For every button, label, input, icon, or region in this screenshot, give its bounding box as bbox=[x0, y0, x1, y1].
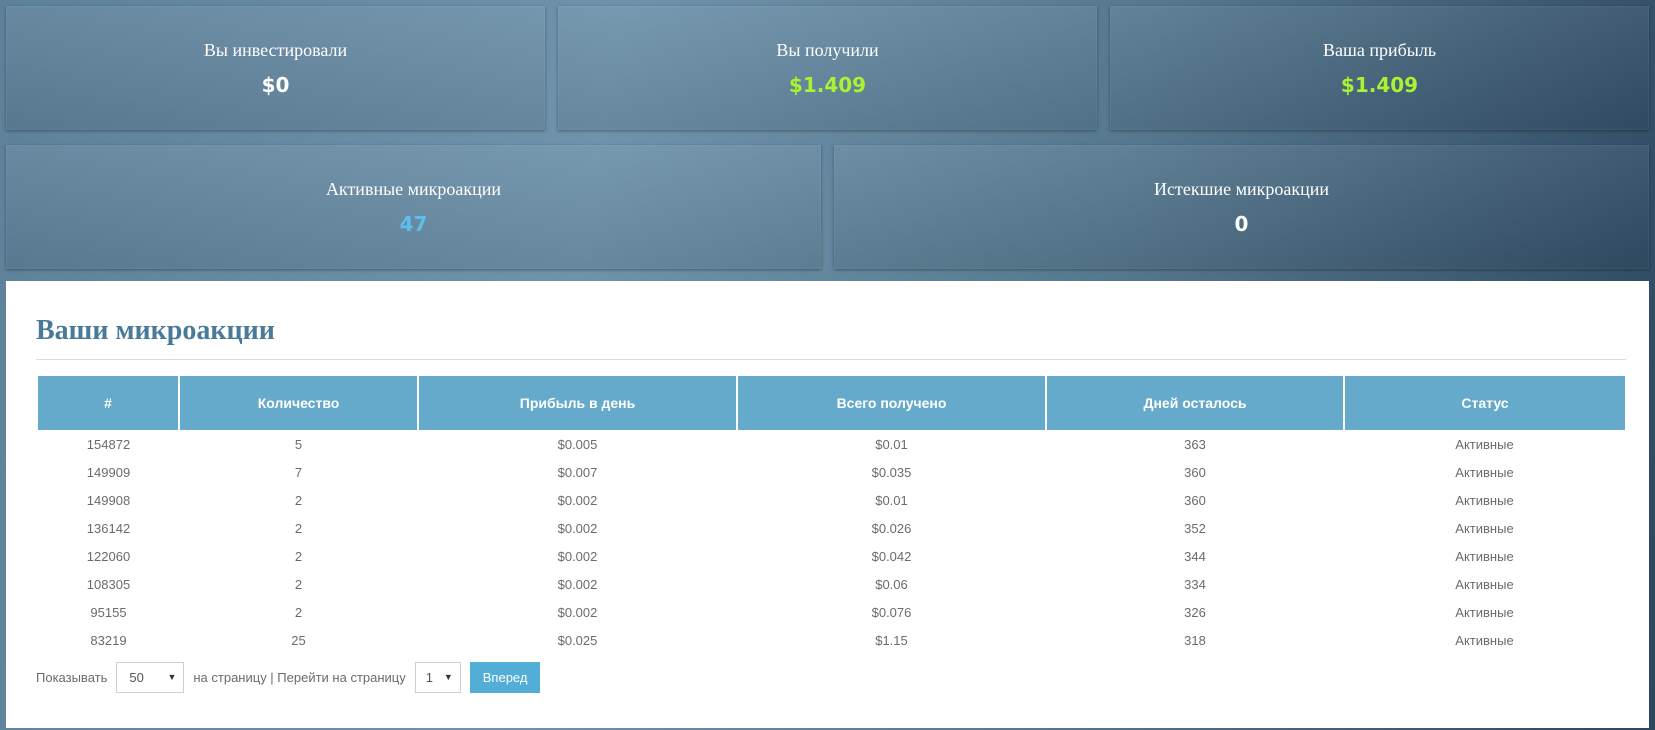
cell-daily-profit: $0.002 bbox=[557, 548, 598, 564]
stat-value-invested: $0 bbox=[261, 73, 290, 97]
column-header-daily-profit[interactable]: Прибыль в день bbox=[418, 376, 738, 430]
cell-status: Активные bbox=[1455, 548, 1514, 564]
cell-days-left: 318 bbox=[1184, 632, 1206, 648]
cell-id: 122060 bbox=[86, 548, 131, 564]
stat-value-received: $1.409 bbox=[788, 73, 867, 97]
cell-status: Активные bbox=[1455, 492, 1514, 508]
cell-daily-profit: $0.025 bbox=[557, 632, 598, 648]
stat-card-expired: Истекшие микроакции 0 bbox=[834, 145, 1649, 269]
stat-label-received: Вы получили bbox=[776, 40, 879, 60]
cell-status: Активные bbox=[1455, 632, 1514, 648]
cell-days-left: 326 bbox=[1184, 604, 1206, 620]
stats-row-bottom: Активные микроакции 47 Истекшие микроакц… bbox=[6, 145, 1649, 269]
stat-card-received: Вы получили $1.409 bbox=[558, 6, 1097, 130]
cell-daily-profit: $0.005 bbox=[557, 436, 598, 452]
cell-status: Активные bbox=[1455, 520, 1514, 536]
cell-total-received: $0.01 bbox=[875, 436, 908, 452]
cell-quantity: 2 bbox=[294, 520, 303, 536]
next-button[interactable]: Вперед bbox=[469, 662, 541, 693]
per-page-label: на страницу | Перейти на страницу bbox=[193, 670, 406, 685]
stat-card-active: Активные микроакции 47 bbox=[6, 145, 821, 269]
cell-total-received: $0.026 bbox=[871, 520, 912, 536]
cell-quantity: 7 bbox=[294, 464, 303, 480]
cell-days-left: 334 bbox=[1184, 576, 1206, 592]
stat-card-profit: Ваша прибыль $1.409 bbox=[1110, 6, 1649, 130]
cell-status: Активные bbox=[1455, 464, 1514, 480]
cell-id: 108305 bbox=[86, 576, 131, 592]
stat-label-active: Активные микроакции bbox=[325, 179, 502, 199]
pagination-bar: Показывать 50 ▼ на страницу | Перейти на… bbox=[36, 662, 541, 693]
microshares-table: # Количество Прибыль в день Всего получе… bbox=[38, 376, 1625, 654]
column-header-status[interactable]: Статус bbox=[1344, 376, 1625, 430]
cell-quantity: 2 bbox=[294, 548, 303, 564]
page-value: 1 bbox=[425, 670, 433, 685]
cell-total-received: $0.042 bbox=[871, 548, 912, 564]
stat-value-expired: 0 bbox=[1234, 212, 1249, 236]
cell-days-left: 363 bbox=[1184, 436, 1206, 452]
cell-days-left: 352 bbox=[1184, 520, 1206, 536]
table-row: 83219 25 $0.025 $1.15 318 Активные bbox=[38, 626, 1625, 654]
cell-id: 154872 bbox=[86, 436, 131, 452]
cell-daily-profit: $0.002 bbox=[557, 576, 598, 592]
stats-row-top: Вы инвестировали $0 Вы получили $1.409 В… bbox=[6, 6, 1649, 130]
page-select[interactable]: 1 ▼ bbox=[414, 662, 461, 693]
column-header-quantity[interactable]: Количество bbox=[179, 376, 419, 430]
chevron-down-icon: ▼ bbox=[167, 672, 177, 682]
table-row: 149909 7 $0.007 $0.035 360 Активные bbox=[38, 458, 1625, 486]
table-row: 95155 2 $0.002 $0.076 326 Активные bbox=[38, 598, 1625, 626]
cell-status: Активные bbox=[1455, 436, 1514, 452]
cell-quantity: 2 bbox=[294, 576, 303, 592]
per-page-select[interactable]: 50 ▼ bbox=[116, 662, 185, 693]
cell-days-left: 360 bbox=[1184, 492, 1206, 508]
cell-quantity: 2 bbox=[294, 604, 303, 620]
stat-label-invested: Вы инвестировали bbox=[203, 40, 348, 60]
cell-days-left: 344 bbox=[1184, 548, 1206, 564]
panel-divider bbox=[36, 359, 1626, 360]
column-header-id[interactable]: # bbox=[38, 376, 180, 430]
chevron-down-icon: ▼ bbox=[443, 672, 453, 682]
cell-total-received: $1.15 bbox=[875, 632, 908, 648]
cell-id: 83219 bbox=[90, 632, 127, 648]
column-header-total-received[interactable]: Всего получено bbox=[737, 376, 1047, 430]
show-label: Показывать bbox=[36, 670, 108, 685]
cell-total-received: $0.076 bbox=[871, 604, 912, 620]
cell-id: 95155 bbox=[90, 604, 127, 620]
cell-status: Активные bbox=[1455, 576, 1514, 592]
cell-quantity: 5 bbox=[294, 436, 303, 452]
cell-total-received: $0.01 bbox=[875, 492, 908, 508]
table-row: 154872 5 $0.005 $0.01 363 Активные bbox=[38, 430, 1625, 458]
column-header-days-left[interactable]: Дней осталось bbox=[1046, 376, 1345, 430]
table-row: 149908 2 $0.002 $0.01 360 Активные bbox=[38, 486, 1625, 514]
cell-daily-profit: $0.002 bbox=[557, 604, 598, 620]
stat-label-profit: Ваша прибыль bbox=[1322, 40, 1437, 60]
cell-daily-profit: $0.002 bbox=[557, 520, 598, 536]
cell-total-received: $0.06 bbox=[875, 576, 908, 592]
stat-value-active: 47 bbox=[399, 212, 428, 236]
cell-id: 149908 bbox=[86, 492, 131, 508]
stat-label-expired: Истекшие микроакции bbox=[1154, 179, 1329, 199]
cell-daily-profit: $0.002 bbox=[557, 492, 598, 508]
per-page-value: 50 bbox=[129, 670, 144, 685]
table-header-row: # Количество Прибыль в день Всего получе… bbox=[38, 376, 1625, 430]
stat-value-profit: $1.409 bbox=[1340, 73, 1419, 97]
table-row: 122060 2 $0.002 $0.042 344 Активные bbox=[38, 542, 1625, 570]
cell-quantity: 2 bbox=[294, 492, 303, 508]
cell-status: Активные bbox=[1455, 604, 1514, 620]
cell-id: 136142 bbox=[86, 520, 131, 536]
stat-card-invested: Вы инвестировали $0 bbox=[6, 6, 545, 130]
cell-id: 149909 bbox=[86, 464, 131, 480]
table-row: 136142 2 $0.002 $0.026 352 Активные bbox=[38, 514, 1625, 542]
panel-title: Ваши микроакции bbox=[36, 315, 275, 346]
cell-total-received: $0.035 bbox=[871, 464, 912, 480]
cell-quantity: 25 bbox=[291, 632, 306, 648]
cell-daily-profit: $0.007 bbox=[557, 464, 598, 480]
cell-days-left: 360 bbox=[1184, 464, 1206, 480]
microshares-panel: Ваши микроакции # Количество Прибыль в д… bbox=[6, 281, 1649, 728]
table-row: 108305 2 $0.002 $0.06 334 Активные bbox=[38, 570, 1625, 598]
table-body: 154872 5 $0.005 $0.01 363 Активные 149909 7 $0.0… bbox=[38, 430, 1625, 654]
